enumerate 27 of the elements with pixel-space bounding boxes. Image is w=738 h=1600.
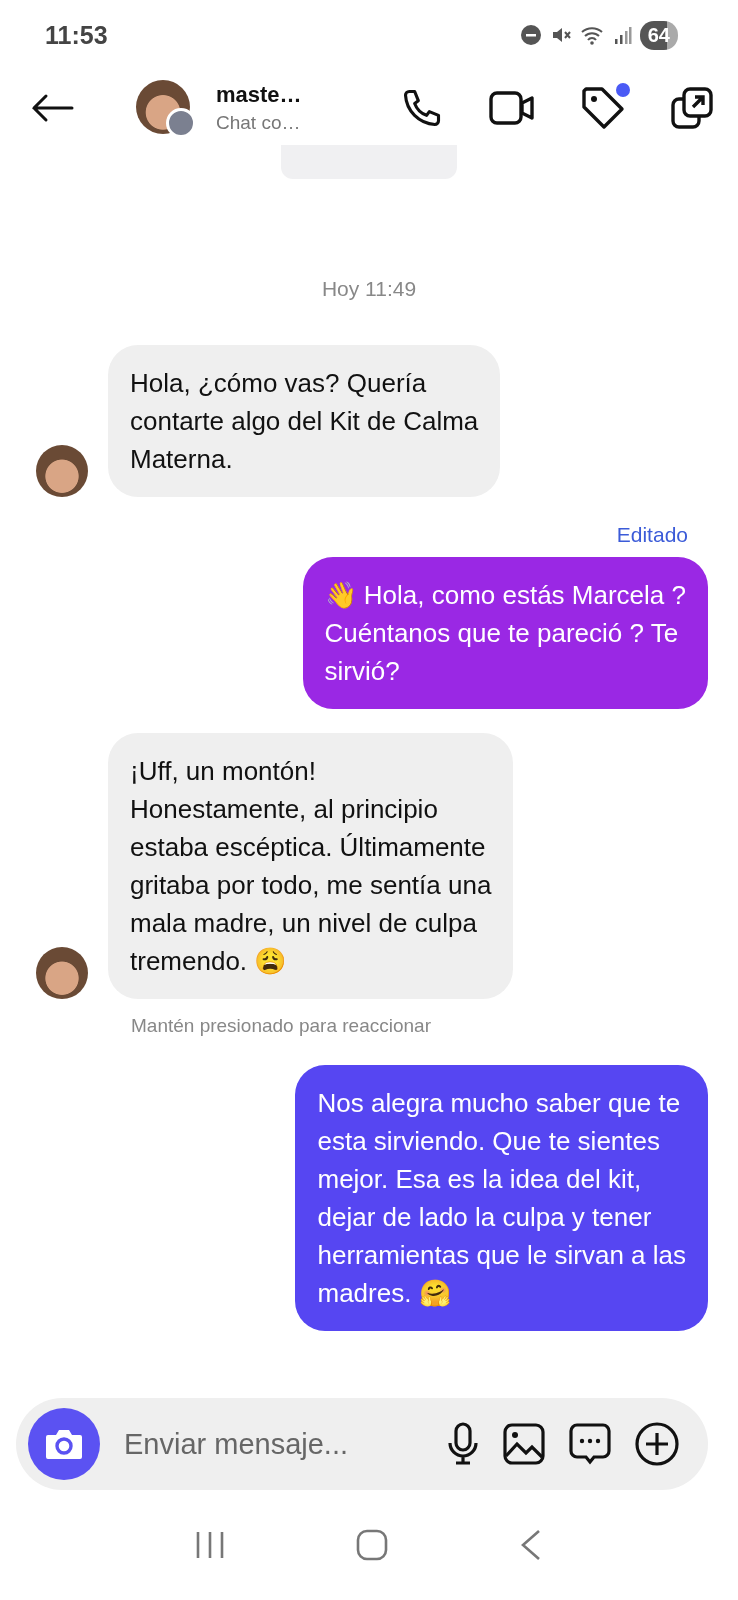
camera-button[interactable] bbox=[28, 1408, 100, 1480]
tag-icon[interactable] bbox=[580, 84, 626, 131]
recent-apps-icon[interactable] bbox=[195, 1530, 226, 1560]
message-bubble[interactable]: Hola, ¿cómo vas? Quería contarte algo del Kit de Calma Materna. bbox=[108, 345, 501, 497]
external-window-icon[interactable] bbox=[670, 85, 714, 130]
microphone-icon[interactable] bbox=[446, 1421, 480, 1467]
message-bubble[interactable]: ¡Uff, un montón! Honestamente, al principio estaba escéptica. Últimamente gritaba por todo, me sentía una mala madre, un nivel de culpa tremendo. 😩 bbox=[108, 733, 514, 999]
message-bubble[interactable]: Nos alegra mucho saber que te esta sirviendo. Que te sientes mejor. Esa es la idea del kit, dejar de lado la culpa y tener herramientas que le sirvan a las madres. 🤗 bbox=[295, 1065, 708, 1331]
sender-avatar[interactable] bbox=[36, 947, 88, 999]
back-arrow-icon[interactable] bbox=[30, 92, 74, 123]
message-bubble[interactable]: 👋 Hola, como estás Marcela ? Cuéntanos que te pareció ? Te sirvió? bbox=[302, 557, 708, 709]
chat-bubble-icon[interactable] bbox=[568, 1422, 612, 1466]
message-input[interactable]: Enviar mensaje... bbox=[122, 1426, 424, 1462]
timestamp: Hoy 11:49 bbox=[320, 277, 418, 301]
sender-avatar[interactable] bbox=[36, 445, 88, 497]
reaction-hint: Mantén presionado para reaccionar bbox=[130, 1015, 432, 1037]
contact-name[interactable]: maste… bbox=[216, 81, 326, 108]
edited-label: Editado bbox=[615, 523, 689, 547]
camera-icon bbox=[44, 1427, 84, 1461]
signal-icon bbox=[613, 25, 632, 45]
image-icon[interactable] bbox=[502, 1422, 546, 1466]
plus-circle-icon[interactable] bbox=[634, 1421, 680, 1467]
do-not-disturb-icon bbox=[519, 24, 542, 46]
home-icon[interactable] bbox=[356, 1529, 388, 1561]
battery-level: 64 bbox=[639, 20, 678, 50]
contact-status: Chat co… bbox=[216, 111, 302, 134]
status-time: 11:53 bbox=[45, 20, 108, 50]
